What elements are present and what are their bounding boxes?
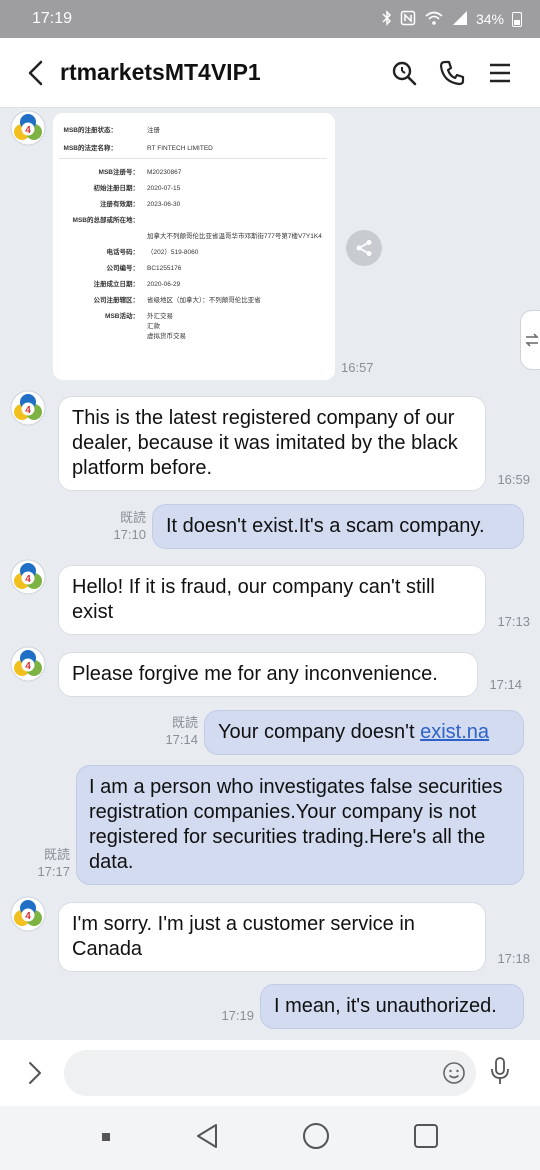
doc-row: 公司注册辖区： 省级地区（加拿大）：不列颠哥伦比亚省 bbox=[93, 297, 261, 304]
back-icon[interactable] bbox=[20, 53, 50, 93]
home-icon[interactable] bbox=[302, 1122, 330, 1155]
svg-text:4: 4 bbox=[25, 574, 31, 585]
doc-row: 注册有效期： 2023-06-30 bbox=[100, 201, 181, 208]
doc-row: MSB注册号： M20230867 bbox=[98, 169, 182, 176]
chat-area[interactable]: 4 MSB的注册状态： 注册 MSB的法定名称： RT FINTECH LIMITE… bbox=[0, 108, 540, 1040]
chat-header: rtmarketsMT4VIP1 bbox=[0, 38, 540, 108]
svg-text:4: 4 bbox=[25, 911, 31, 922]
message-time: 17:13 bbox=[497, 614, 530, 629]
message-bubble-outgoing[interactable]: It doesn't exist.It's a scam company. bbox=[152, 504, 524, 549]
doc-row: 初始注册日期： 2020-07-15 bbox=[93, 185, 181, 192]
avatar[interactable]: 4 bbox=[10, 559, 46, 595]
message-time: 17:14 bbox=[489, 677, 522, 692]
back-nav-icon[interactable] bbox=[194, 1122, 220, 1155]
doc-row: MSB的总部或所在地： bbox=[72, 217, 139, 224]
nfc-icon bbox=[400, 10, 416, 29]
message-input[interactable] bbox=[64, 1050, 476, 1096]
doc-row: 电话号码： （202）519-8060 bbox=[106, 249, 199, 256]
emoji-icon[interactable] bbox=[442, 1061, 466, 1090]
status-time: 17:19 bbox=[32, 10, 73, 27]
message-read-time: 既読 17:17 bbox=[37, 847, 70, 879]
side-panel-toggle-icon[interactable] bbox=[520, 310, 540, 370]
wifi-icon bbox=[424, 10, 444, 29]
message-bubble-incoming[interactable]: Please forgive me for any inconvenience. bbox=[58, 652, 478, 697]
mic-icon[interactable] bbox=[488, 1056, 512, 1091]
svg-text:4: 4 bbox=[25, 125, 31, 136]
doc-row: MSB的注册状态： 注册 bbox=[63, 127, 160, 134]
overview-icon[interactable] bbox=[413, 1123, 439, 1154]
signal-icon bbox=[452, 10, 468, 29]
message-time: 16:57 bbox=[341, 360, 374, 375]
phone-icon[interactable] bbox=[428, 49, 476, 97]
chat-title: rtmarketsMT4VIP1 bbox=[60, 59, 261, 85]
battery-percent: 34% bbox=[475, 11, 504, 27]
message-bubble-incoming[interactable]: I'm sorry. I'm just a customer service i… bbox=[58, 902, 486, 972]
avatar[interactable]: 4 bbox=[10, 896, 46, 932]
message-bubble-incoming[interactable]: This is the latest registered company of… bbox=[58, 396, 486, 491]
document-image[interactable]: MSB的注册状态： 注册 MSB的法定名称： RT FINTECH LIMITED … bbox=[53, 113, 335, 380]
message-time: 16:59 bbox=[497, 472, 530, 487]
search-icon[interactable] bbox=[380, 49, 428, 97]
doc-row: 汇款 bbox=[147, 323, 160, 330]
message-time: 17:19 bbox=[221, 1008, 254, 1023]
message-bubble-outgoing[interactable]: Your company doesn't exist.na bbox=[204, 710, 524, 755]
message-read-time: 既読 17:14 bbox=[165, 715, 198, 747]
svg-text:4: 4 bbox=[25, 661, 31, 672]
message-bubble-incoming[interactable]: Hello! If it is fraud, our company can't… bbox=[58, 565, 486, 635]
message-bubble-outgoing[interactable]: I am a person who investigates false sec… bbox=[76, 765, 524, 885]
message-time: 17:18 bbox=[497, 951, 530, 966]
doc-row: 注册成立日期： 2020-06-29 bbox=[93, 281, 181, 288]
status-bar: 17:19 34% bbox=[0, 0, 540, 38]
doc-row: 公司编号： BC1255176 bbox=[106, 265, 182, 272]
avatar[interactable]: 4 bbox=[10, 646, 46, 682]
battery-icon bbox=[512, 11, 522, 27]
message-input-bar bbox=[0, 1040, 540, 1106]
doc-row: MSB活动： 外汇交易 bbox=[105, 313, 173, 320]
share-icon[interactable] bbox=[346, 230, 382, 266]
bluetooth-icon bbox=[382, 9, 392, 29]
avatar[interactable]: 4 bbox=[10, 110, 46, 146]
doc-row: 虚拟货币交易 bbox=[147, 333, 186, 340]
doc-row: 加拿大不列颠哥伦比亚省温哥华市邓斯街777号第7楼V7Y1K4 bbox=[147, 233, 322, 240]
message-link[interactable]: exist.na bbox=[420, 721, 489, 743]
expand-icon[interactable] bbox=[18, 1061, 52, 1085]
doc-row: MSB的法定名称： RT FINTECH LIMITED bbox=[63, 145, 213, 152]
message-read-time: 既読 17:10 bbox=[113, 510, 146, 542]
avatar[interactable]: 4 bbox=[10, 390, 46, 426]
svg-text:4: 4 bbox=[25, 405, 31, 416]
doc-divider bbox=[59, 158, 327, 159]
menu-icon[interactable] bbox=[476, 49, 524, 97]
status-icons: 34% bbox=[382, 9, 522, 29]
recent-apps-icon[interactable] bbox=[101, 1129, 111, 1147]
system-nav-bar bbox=[0, 1106, 540, 1170]
message-bubble-outgoing[interactable]: I mean, it's unauthorized. bbox=[260, 984, 524, 1029]
